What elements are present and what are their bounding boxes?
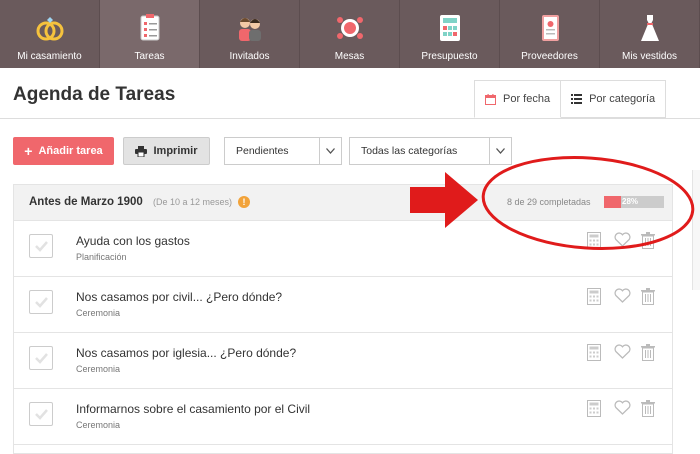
task-row: Informarnos sobre el casamiento por el C…: [14, 389, 672, 445]
nav-label: Tareas: [134, 51, 165, 62]
task-row: Nos casamos por iglesia... ¿Pero dónde? …: [14, 333, 672, 389]
trash-icon[interactable]: [641, 400, 658, 417]
nav-label: Mi casamiento: [17, 51, 82, 62]
task-group-title: Antes de Marzo 1900: [29, 196, 143, 208]
nav-label: Presupuesto: [421, 51, 478, 62]
chevron-down-icon: [319, 138, 341, 164]
task-group-header: Antes de Marzo 1900 (De 10 a 12 meses) !…: [14, 185, 672, 221]
status-filter-value: Pendientes: [236, 145, 289, 157]
trash-icon[interactable]: [641, 232, 658, 249]
trash-icon[interactable]: [641, 344, 658, 361]
calculator-icon[interactable]: [587, 344, 604, 361]
tables-icon: [336, 17, 363, 39]
task-checkbox[interactable]: [29, 290, 53, 314]
print-label: Imprimir: [153, 145, 198, 157]
task-name[interactable]: Informarnos sobre el casamiento por el C…: [76, 402, 310, 416]
add-task-label: Añadir tarea: [38, 145, 103, 157]
progress-fill: [604, 196, 621, 208]
task-category: Ceremonia: [76, 364, 121, 374]
calendar-icon: [485, 93, 496, 105]
nav-item-proveedores[interactable]: Proveedores: [500, 0, 600, 68]
heart-icon[interactable]: [614, 232, 631, 249]
right-panel-edge: [692, 170, 700, 290]
task-checkbox[interactable]: [29, 402, 53, 426]
page-title: Agenda de Tareas: [13, 84, 176, 105]
task-name[interactable]: Ayuda con los gastos: [76, 234, 190, 248]
task-name[interactable]: Nos casamos por civil... ¿Pero dónde?: [76, 290, 282, 304]
tab-by-category[interactable]: Por categoría: [561, 80, 667, 118]
nav-item-presupuesto[interactable]: Presupuesto: [400, 0, 500, 68]
progress-text: 8 de 29 completadas: [507, 197, 591, 207]
task-group: Antes de Marzo 1900 (De 10 a 12 meses) !…: [13, 184, 673, 454]
calculator-icon[interactable]: [587, 400, 604, 417]
check-icon: [35, 409, 48, 420]
nav-label: Invitados: [229, 51, 270, 62]
task-checkbox[interactable]: [29, 346, 53, 370]
budget-icon: [439, 15, 460, 41]
task-name[interactable]: Nos casamos por iglesia... ¿Pero dónde?: [76, 346, 296, 360]
heart-icon[interactable]: [614, 400, 631, 417]
trash-icon[interactable]: [641, 288, 658, 305]
category-filter-select[interactable]: Todas las categorías: [349, 137, 512, 165]
status-filter-select[interactable]: Pendientes: [224, 137, 342, 165]
guests-icon: [238, 18, 261, 41]
tab-by-date-label: Por fecha: [503, 93, 551, 105]
providers-icon: [541, 15, 559, 41]
list-icon: [571, 94, 583, 104]
nav-item-invitados[interactable]: Invitados: [200, 0, 300, 68]
check-icon: [35, 297, 48, 308]
warning-icon[interactable]: !: [238, 196, 250, 208]
progress-percent: 28%: [622, 197, 639, 206]
plus-icon: +: [24, 143, 33, 159]
nav-item-mis-vestidos[interactable]: Mis vestidos: [600, 0, 700, 68]
nav-label: Mesas: [334, 51, 365, 62]
nav-label: Mis vestidos: [621, 51, 677, 62]
dress-icon: [640, 15, 659, 41]
task-group-subtitle: (De 10 a 12 meses): [153, 197, 233, 207]
heart-icon[interactable]: [614, 288, 631, 305]
nav-item-mi-casamiento[interactable]: Mi casamiento: [0, 0, 100, 68]
view-tabs: Por fecha Por categoría: [474, 80, 667, 118]
rings-icon: [36, 17, 63, 41]
task-category: Planificación: [76, 252, 127, 262]
tab-by-date[interactable]: Por fecha: [474, 80, 562, 118]
task-actions: [587, 400, 658, 417]
task-category: Ceremonia: [76, 420, 121, 430]
top-navigation: Mi casamiento Tareas Invitados Mesas Pre…: [0, 0, 700, 68]
nav-label: Proveedores: [521, 51, 578, 62]
tab-by-category-label: Por categoría: [589, 93, 656, 105]
check-icon: [35, 353, 48, 364]
nav-item-mesas[interactable]: Mesas: [300, 0, 400, 68]
checklist-icon: [140, 14, 159, 41]
print-button[interactable]: Imprimir: [123, 137, 210, 165]
task-category: Ceremonia: [76, 308, 121, 318]
task-actions: [587, 288, 658, 305]
nav-item-tareas[interactable]: Tareas: [100, 0, 200, 68]
task-row: Nos casamos por civil... ¿Pero dónde? Ce…: [14, 277, 672, 333]
add-task-button[interactable]: + Añadir tarea: [13, 137, 114, 165]
progress-bar: 28%: [604, 196, 664, 208]
heart-icon[interactable]: [614, 344, 631, 361]
calculator-icon[interactable]: [587, 232, 604, 249]
task-row: Ayuda con los gastos Planificación: [14, 221, 672, 277]
chevron-down-icon: [489, 138, 511, 164]
task-checkbox[interactable]: [29, 234, 53, 258]
task-actions: [587, 344, 658, 361]
task-actions: [587, 232, 658, 249]
check-icon: [35, 241, 48, 252]
printer-icon: [135, 145, 148, 157]
header-divider: [0, 118, 700, 119]
calculator-icon[interactable]: [587, 288, 604, 305]
category-filter-value: Todas las categorías: [361, 145, 458, 157]
